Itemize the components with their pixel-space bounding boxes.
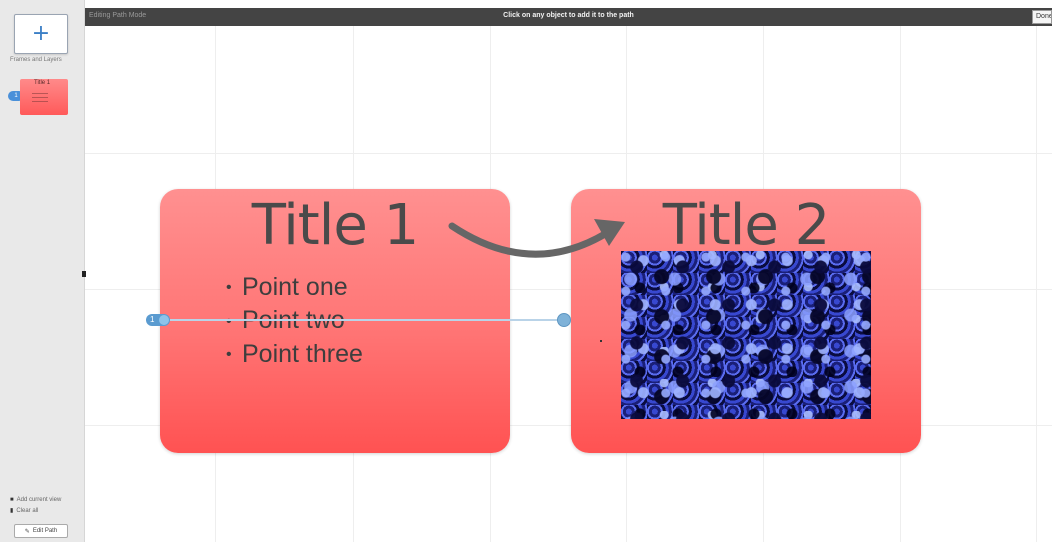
path-step-number: 1 (150, 315, 155, 324)
bullet-list: • Point one • Point two • Point three (226, 271, 363, 371)
clear-all-action[interactable]: ▮ Clear all (10, 505, 61, 516)
pencil-icon: ✎ (24, 528, 30, 535)
bullet-item: • Point one (226, 273, 348, 301)
bullet-text: Point two (242, 306, 345, 335)
drag-handle-icon (159, 315, 169, 325)
grid-line (1036, 26, 1037, 542)
path-start-handle[interactable]: 1 (146, 314, 170, 326)
bullet-text: Point three (242, 339, 363, 368)
frame-title: Title 2 (662, 193, 830, 258)
instruction-message: Click on any object to add it to the pat… (503, 12, 634, 19)
frame-title-1[interactable]: Title 1 • Point one • Point two • Point thr… (160, 189, 510, 453)
edit-path-label: Edit Path (32, 528, 58, 534)
cursor-dot (600, 340, 602, 342)
frame-thumbnail[interactable]: Title 1 (20, 79, 68, 115)
path-end-handle[interactable] (557, 313, 571, 327)
thumbnail-line (32, 101, 48, 102)
path-mode-toolbar: Editing Path Mode Click on any object to… (85, 8, 1052, 26)
add-frame-button[interactable]: + (14, 14, 68, 54)
frames-sidebar: + Frames and Layers 1 Title 1 ■ Add curr… (0, 0, 85, 542)
trash-icon: ▮ (10, 508, 14, 514)
frame-title-2[interactable]: Title 2 (571, 189, 921, 453)
thumbnail-line (32, 93, 48, 94)
grid-line (85, 153, 1052, 154)
thumbnail-line (32, 97, 48, 98)
add-current-view-action[interactable]: ■ Add current view (10, 494, 61, 505)
add-current-view-label: Add current view (16, 496, 62, 503)
plus-icon: + (31, 21, 51, 46)
sidebar-actions: ■ Add current view ▮ Clear all (10, 494, 61, 516)
clear-all-label: Clear all (16, 507, 39, 514)
bullet-text: Point one (242, 273, 348, 301)
frame-image[interactable] (621, 251, 871, 419)
thumbnail-title: Title 1 (34, 80, 51, 86)
frames-and-layers-label[interactable]: Frames and Layers (10, 57, 80, 63)
frame-title: Title 1 (251, 193, 419, 258)
canvas-marker (82, 271, 86, 277)
edit-path-button[interactable]: ✎ Edit Path (14, 524, 68, 538)
bullet-item: • Point three (226, 339, 363, 368)
done-button[interactable]: Done (1032, 10, 1052, 24)
camera-icon: ■ (10, 496, 14, 503)
bullet-item: • Point two (226, 306, 345, 335)
